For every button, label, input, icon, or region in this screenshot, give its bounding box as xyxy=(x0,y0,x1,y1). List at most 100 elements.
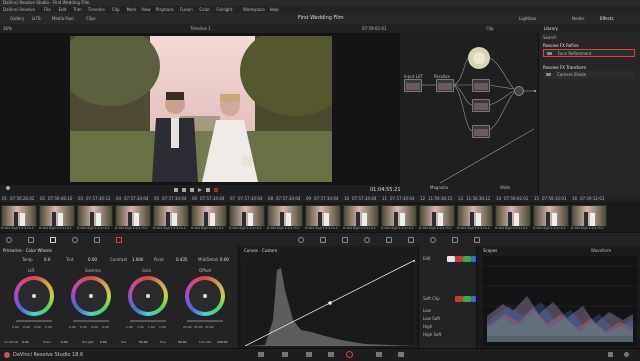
camera-shake-item[interactable]: Camera Shake xyxy=(543,71,635,79)
menu-item-edit[interactable]: Edit xyxy=(59,7,67,12)
wheel-value[interactable]: 0.00 xyxy=(91,325,98,330)
clip-thumbnail[interactable] xyxy=(1,205,37,227)
nodes-button[interactable]: Nodes xyxy=(572,16,585,21)
cut-page-icon[interactable] xyxy=(282,352,288,357)
home-icon[interactable] xyxy=(608,352,613,357)
menu-item-timeline[interactable]: Timeline xyxy=(88,7,105,12)
fairlight-page-icon[interactable] xyxy=(376,352,382,357)
menu-item-clip[interactable]: Clip xyxy=(112,7,120,12)
clip-thumbnail[interactable] xyxy=(77,205,113,227)
menu-item-file[interactable]: File xyxy=(44,7,51,12)
camera-raw-icon[interactable] xyxy=(6,237,12,243)
clip-thumbnail[interactable] xyxy=(229,205,265,227)
clip-thumbnail[interactable] xyxy=(457,205,493,227)
scope-type-selector[interactable]: Waveform xyxy=(591,248,611,253)
qualifier-icon[interactable] xyxy=(320,237,326,243)
skip-start-icon[interactable] xyxy=(174,188,178,192)
wheel-value[interactable]: 0.00 xyxy=(23,325,30,330)
menu-item-fairlight[interactable]: Fairlight xyxy=(216,7,232,12)
master-wheel-slider[interactable] xyxy=(73,320,109,322)
node-input-lut[interactable] xyxy=(404,79,422,92)
curves-icon[interactable] xyxy=(116,237,122,243)
3d-icon[interactable] xyxy=(474,237,480,243)
wheel-value[interactable]: 1.00 xyxy=(159,325,166,330)
color-page-icon[interactable] xyxy=(346,351,353,358)
lightbox-button[interactable]: Lightbox xyxy=(519,16,536,21)
deliver-page-icon[interactable] xyxy=(398,352,404,357)
effects-button[interactable]: Effects xyxy=(600,16,614,21)
param-value[interactable]: 50.00 xyxy=(139,340,148,345)
media-page-icon[interactable] xyxy=(258,352,264,357)
param-value[interactable]: 1.000 xyxy=(132,257,143,262)
master-wheel-slider[interactable] xyxy=(130,320,166,322)
param-value[interactable]: 100.00 xyxy=(217,340,228,345)
wheel-value[interactable]: 1.00 xyxy=(126,325,133,330)
node-04[interactable] xyxy=(472,125,490,138)
settings-icon[interactable] xyxy=(624,352,629,357)
wheel-handle[interactable] xyxy=(32,294,36,298)
clip-thumbnail[interactable] xyxy=(267,205,303,227)
curve-graph[interactable] xyxy=(245,260,415,346)
wheel-value[interactable]: 25.00 xyxy=(183,325,192,330)
loop-icon[interactable] xyxy=(214,188,218,192)
color-warper-icon[interactable] xyxy=(298,237,304,243)
clip-thumbnail[interactable] xyxy=(533,205,569,227)
wheel-value[interactable]: 1.00 xyxy=(137,325,144,330)
param-value[interactable]: 0.00 xyxy=(220,257,229,262)
wheel-handle[interactable] xyxy=(146,294,150,298)
menu-item-workspace[interactable]: Workspace xyxy=(243,7,265,12)
zoom-level[interactable]: 36% xyxy=(3,26,12,31)
skip-end-icon[interactable] xyxy=(206,188,210,192)
playhead-icon[interactable] xyxy=(6,186,10,190)
gallery-button[interactable]: Gallery xyxy=(10,16,24,21)
clips-button[interactable]: Clips xyxy=(86,16,96,21)
key-icon[interactable] xyxy=(430,237,436,243)
wheel-value[interactable]: 0.00 xyxy=(45,325,52,330)
menu-item-color[interactable]: Color xyxy=(199,7,209,12)
window-icon[interactable] xyxy=(342,237,348,243)
reverse-icon[interactable] xyxy=(182,188,186,192)
play-icon[interactable] xyxy=(198,188,202,192)
node-mode-selector[interactable]: Clip xyxy=(486,26,494,31)
master-wheel-slider[interactable] xyxy=(187,320,223,322)
curve-green-toggle[interactable] xyxy=(463,256,471,262)
wheel-value[interactable]: 1.00 xyxy=(148,325,155,330)
softclip-green-toggle[interactable] xyxy=(463,296,471,302)
wheel-value[interactable]: 25.00 xyxy=(194,325,203,330)
motion-effects-icon[interactable] xyxy=(94,237,100,243)
wheel-value[interactable]: 0.00 xyxy=(80,325,87,330)
wheel-value[interactable]: 0.00 xyxy=(102,325,109,330)
clip-thumbnail[interactable] xyxy=(381,205,417,227)
menu-item-help[interactable]: Help xyxy=(270,7,279,12)
menu-item-trim[interactable]: Trim xyxy=(73,7,82,12)
media-pool-button[interactable]: Media Pool xyxy=(52,16,74,21)
clip-thumbnail[interactable] xyxy=(305,205,341,227)
color-wheel-gamma[interactable] xyxy=(71,276,111,316)
param-value[interactable]: 50.00 xyxy=(178,340,187,345)
param-value[interactable]: 0.435 xyxy=(176,257,187,262)
color-wheels-icon[interactable] xyxy=(50,237,56,243)
param-value[interactable]: 0.00 xyxy=(61,340,68,345)
menu-item-playback[interactable]: Playback xyxy=(156,7,174,12)
timeline-selector[interactable]: Timeline 1 xyxy=(190,26,211,31)
clip-thumbnail[interactable] xyxy=(39,205,75,227)
rgb-mixer-icon[interactable] xyxy=(72,237,78,243)
clip-thumbnail[interactable] xyxy=(419,205,455,227)
color-wheel-offset[interactable] xyxy=(185,276,225,316)
wheel-value[interactable]: 25.00 xyxy=(205,325,214,330)
clip-thumbnail[interactable] xyxy=(495,205,531,227)
clip-thumbnail[interactable] xyxy=(571,205,607,227)
node-mixer[interactable] xyxy=(514,86,524,96)
menu-item-davinci-resolve[interactable]: DaVinci Resolve xyxy=(3,7,35,12)
menu-item-mark[interactable]: Mark xyxy=(127,7,137,12)
blur-icon[interactable] xyxy=(408,237,414,243)
master-wheel-slider[interactable] xyxy=(16,320,52,322)
clip-thumbnail[interactable] xyxy=(343,205,379,227)
curve-white-toggle[interactable] xyxy=(447,256,455,262)
clip-thumbnail[interactable] xyxy=(115,205,151,227)
clip-thumbnail[interactable] xyxy=(191,205,227,227)
node-03[interactable] xyxy=(472,99,490,112)
node-02[interactable] xyxy=(472,79,490,92)
softclip-red-toggle[interactable] xyxy=(455,296,463,302)
tracker-icon[interactable] xyxy=(364,237,370,243)
